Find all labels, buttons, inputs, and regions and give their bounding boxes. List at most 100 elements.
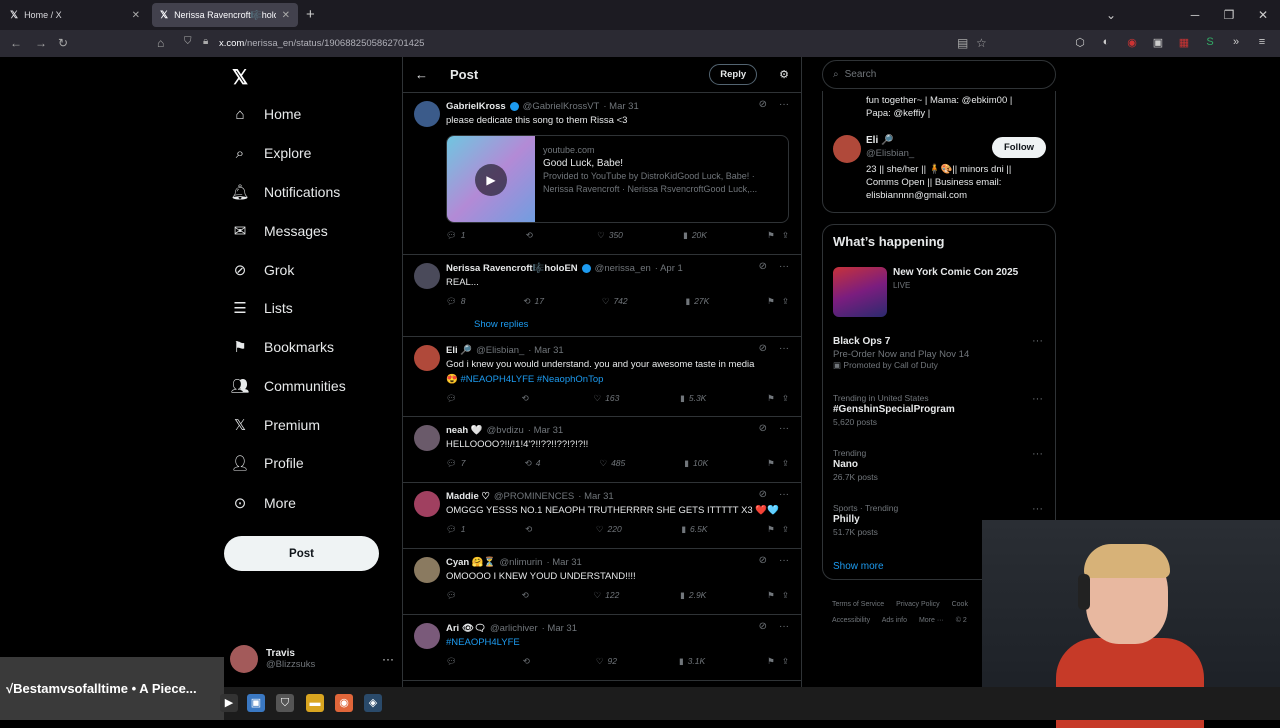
close-tab-icon[interactable]: ✕ bbox=[132, 10, 140, 21]
reader-view-icon[interactable]: ▤ bbox=[957, 36, 968, 50]
bookmark-action[interactable]: ⚑ ⇪ bbox=[767, 524, 789, 535]
nav-bookmarks[interactable]: ⚑ Bookmarks bbox=[230, 331, 334, 363]
grok-icon[interactable]: ⊘ bbox=[759, 423, 767, 434]
views-action[interactable]: ▮ 27K bbox=[685, 296, 709, 307]
tab-home[interactable]: 𝕏 Home / X ✕ bbox=[2, 3, 148, 27]
account-switcher[interactable]: Travis @Blizzsuks ··· bbox=[230, 642, 394, 676]
nav-home[interactable]: ⌂ Home bbox=[230, 98, 301, 130]
tweet[interactable]: Nerissa Ravencroft🎼holoEN @nerissa_en · Ap… bbox=[403, 255, 801, 317]
link-card[interactable]: ▶ youtube.com Good Luck, Babe! Provided … bbox=[446, 135, 789, 223]
more-dots-icon[interactable]: ··· bbox=[779, 555, 789, 566]
author-name[interactable]: Ari 👁🗨 bbox=[446, 623, 486, 634]
bookmark-action[interactable]: ⚑ ⇪ bbox=[767, 458, 789, 469]
grok-icon[interactable]: ⊘ bbox=[759, 621, 767, 632]
tweet-date[interactable]: · Mar 31 bbox=[546, 557, 581, 568]
reply-action[interactable]: 💬︎ bbox=[446, 656, 461, 667]
tab-active-post[interactable]: 𝕏 Nerissa Ravencroft🎼holoEN on X ✕ bbox=[152, 3, 298, 27]
grok-icon[interactable]: ⊘ bbox=[759, 555, 767, 566]
more-dots-icon[interactable]: ··· bbox=[1032, 335, 1043, 347]
reply-action[interactable]: 💬︎ 8 bbox=[446, 296, 466, 307]
tweet-date[interactable]: · Mar 31 bbox=[528, 425, 563, 436]
more-dots-icon[interactable]: ··· bbox=[382, 652, 394, 666]
bookmark-action[interactable]: ⚑ ⇪ bbox=[767, 393, 789, 404]
footer-link[interactable]: Cook bbox=[952, 601, 968, 608]
views-action[interactable]: ▮ 3.1K bbox=[679, 656, 705, 667]
author-handle[interactable]: @nerissa_en bbox=[595, 263, 651, 274]
tweet-date[interactable]: · Mar 31 bbox=[603, 101, 638, 112]
views-action[interactable]: ▮ 2.9K bbox=[680, 590, 706, 601]
follow-button[interactable]: Follow bbox=[992, 137, 1046, 158]
x-logo-icon[interactable]: 𝕏 bbox=[232, 65, 248, 90]
footer-link[interactable]: Ads info bbox=[882, 617, 907, 624]
tweet[interactable]: GabrielKross @GabrielKrossVT · Mar 31 ⊘ ·… bbox=[403, 93, 801, 255]
media-play-icon[interactable]: ▶ bbox=[220, 694, 238, 712]
tweet[interactable]: Maddie ♡ @PROMINENCES · Mar 31 ⊘ ··· OMGGG … bbox=[403, 483, 801, 549]
trend-item[interactable]: Black Ops 7 Pre-Order Now and Play Nov 1… bbox=[833, 335, 1047, 371]
author-handle[interactable]: @nlimurin bbox=[500, 557, 543, 568]
author-name[interactable]: GabrielKross bbox=[446, 101, 506, 112]
retweet-action[interactable]: ⟲ bbox=[526, 230, 537, 241]
author-handle[interactable]: @bvdizu bbox=[487, 425, 524, 436]
overflow-menu-icon[interactable]: » bbox=[1228, 36, 1244, 49]
author-handle[interactable]: @PROMINENCES bbox=[494, 491, 574, 502]
more-dots-icon[interactable]: ··· bbox=[779, 99, 789, 110]
nav-messages[interactable]: ✉ Messages bbox=[230, 215, 328, 247]
extension-icon[interactable]: ▦ bbox=[1176, 36, 1192, 49]
back-arrow-icon[interactable]: ← bbox=[415, 67, 428, 82]
tweet-hashtags[interactable]: 😍 #NEAOPH4LYFE #NeaophOnTop bbox=[446, 373, 789, 386]
retweet-action[interactable]: ⟲ bbox=[522, 393, 533, 404]
bookmark-action[interactable]: ⚑ ⇪ bbox=[767, 296, 789, 307]
retweet-action[interactable]: ⟲ 17 bbox=[523, 296, 544, 307]
tab-list-icon[interactable]: ⌄ bbox=[1094, 8, 1128, 22]
firefox-app-icon[interactable]: ◉ bbox=[335, 694, 353, 712]
hamburger-menu-icon[interactable]: ≡ bbox=[1254, 36, 1270, 49]
bookmark-action[interactable]: ⚑ ⇪ bbox=[767, 590, 789, 601]
more-dots-icon[interactable]: ··· bbox=[779, 261, 789, 272]
author-handle[interactable]: @arlichiver bbox=[490, 623, 538, 634]
grok-icon[interactable]: ⊘ bbox=[759, 261, 767, 272]
bookmark-action[interactable]: ⚑ ⇪ bbox=[767, 230, 789, 241]
maximize-icon[interactable]: ❐ bbox=[1212, 8, 1246, 22]
show-replies-link[interactable]: Show replies bbox=[403, 317, 801, 337]
post-button[interactable]: Post bbox=[224, 536, 379, 571]
author-name[interactable]: Eli 🔎 bbox=[446, 345, 472, 356]
trend-item[interactable]: Trending in United States #GenshinSpecia… bbox=[833, 393, 1047, 427]
views-action[interactable]: ▮ 6.5K bbox=[681, 524, 707, 535]
retweet-action[interactable]: ⟲ bbox=[523, 656, 534, 667]
more-dots-icon[interactable]: ··· bbox=[1032, 503, 1043, 515]
forward-icon[interactable]: → bbox=[35, 36, 47, 50]
nav-grok[interactable]: ⊘ Grok bbox=[230, 254, 295, 286]
retweet-action[interactable]: ⟲ bbox=[525, 524, 536, 535]
home-browser-icon[interactable]: ⌂ bbox=[157, 36, 164, 50]
footer-link[interactable]: More ··· bbox=[919, 617, 944, 624]
bookmark-star-icon[interactable]: ☆ bbox=[976, 36, 987, 50]
reply-button[interactable]: Reply bbox=[709, 64, 758, 85]
grok-icon[interactable]: ⊘ bbox=[759, 489, 767, 500]
folder-app-icon[interactable]: ▬ bbox=[306, 694, 324, 712]
like-action[interactable]: ♡ 163 bbox=[594, 393, 620, 404]
tweet-date[interactable]: · Mar 31 bbox=[578, 491, 613, 502]
like-action[interactable]: ♡ 485 bbox=[599, 458, 625, 469]
author-handle[interactable]: @GabrielKrossVT bbox=[523, 101, 600, 112]
photos-app-icon[interactable]: ▣ bbox=[247, 694, 265, 712]
like-action[interactable]: ♡ 220 bbox=[596, 524, 622, 535]
show-more-link[interactable]: Show more bbox=[833, 561, 884, 572]
reply-action[interactable]: 💬︎ bbox=[446, 393, 461, 404]
like-action[interactable]: ♡ 92 bbox=[596, 656, 617, 667]
nav-premium[interactable]: 𝕏 Premium bbox=[230, 409, 320, 441]
play-icon[interactable]: ▶ bbox=[475, 164, 507, 196]
tweet[interactable]: Eli 🔎 @Elisbian_ · Mar 31 ⊘ ··· God i knew … bbox=[403, 337, 801, 417]
extension-icon[interactable]: ⬡ bbox=[1072, 36, 1088, 49]
back-icon[interactable]: ← bbox=[10, 36, 22, 50]
minimize-icon[interactable]: ─ bbox=[1178, 8, 1212, 22]
views-action[interactable]: ▮ 20K bbox=[683, 230, 707, 241]
new-tab-icon[interactable]: + bbox=[306, 6, 315, 23]
more-dots-icon[interactable]: ··· bbox=[779, 621, 789, 632]
tweet[interactable]: Ari 👁🗨 @arlichiver · Mar 31 ⊘ ··· #NEAOPH4L… bbox=[403, 615, 801, 681]
tweet[interactable]: neah 🤍 @bvdizu · Mar 31 ⊘ ··· HELLOOOO?!!/!… bbox=[403, 417, 801, 483]
footer-link[interactable]: Accessibility bbox=[832, 617, 870, 624]
author-name[interactable]: neah 🤍 bbox=[446, 425, 483, 436]
tweet-hashtags[interactable]: #NEAOPH4LYFE bbox=[446, 636, 789, 649]
nav-communities[interactable]: 👥︎ Communities bbox=[230, 370, 345, 402]
views-action[interactable]: ▮ 5.3K bbox=[680, 393, 706, 404]
